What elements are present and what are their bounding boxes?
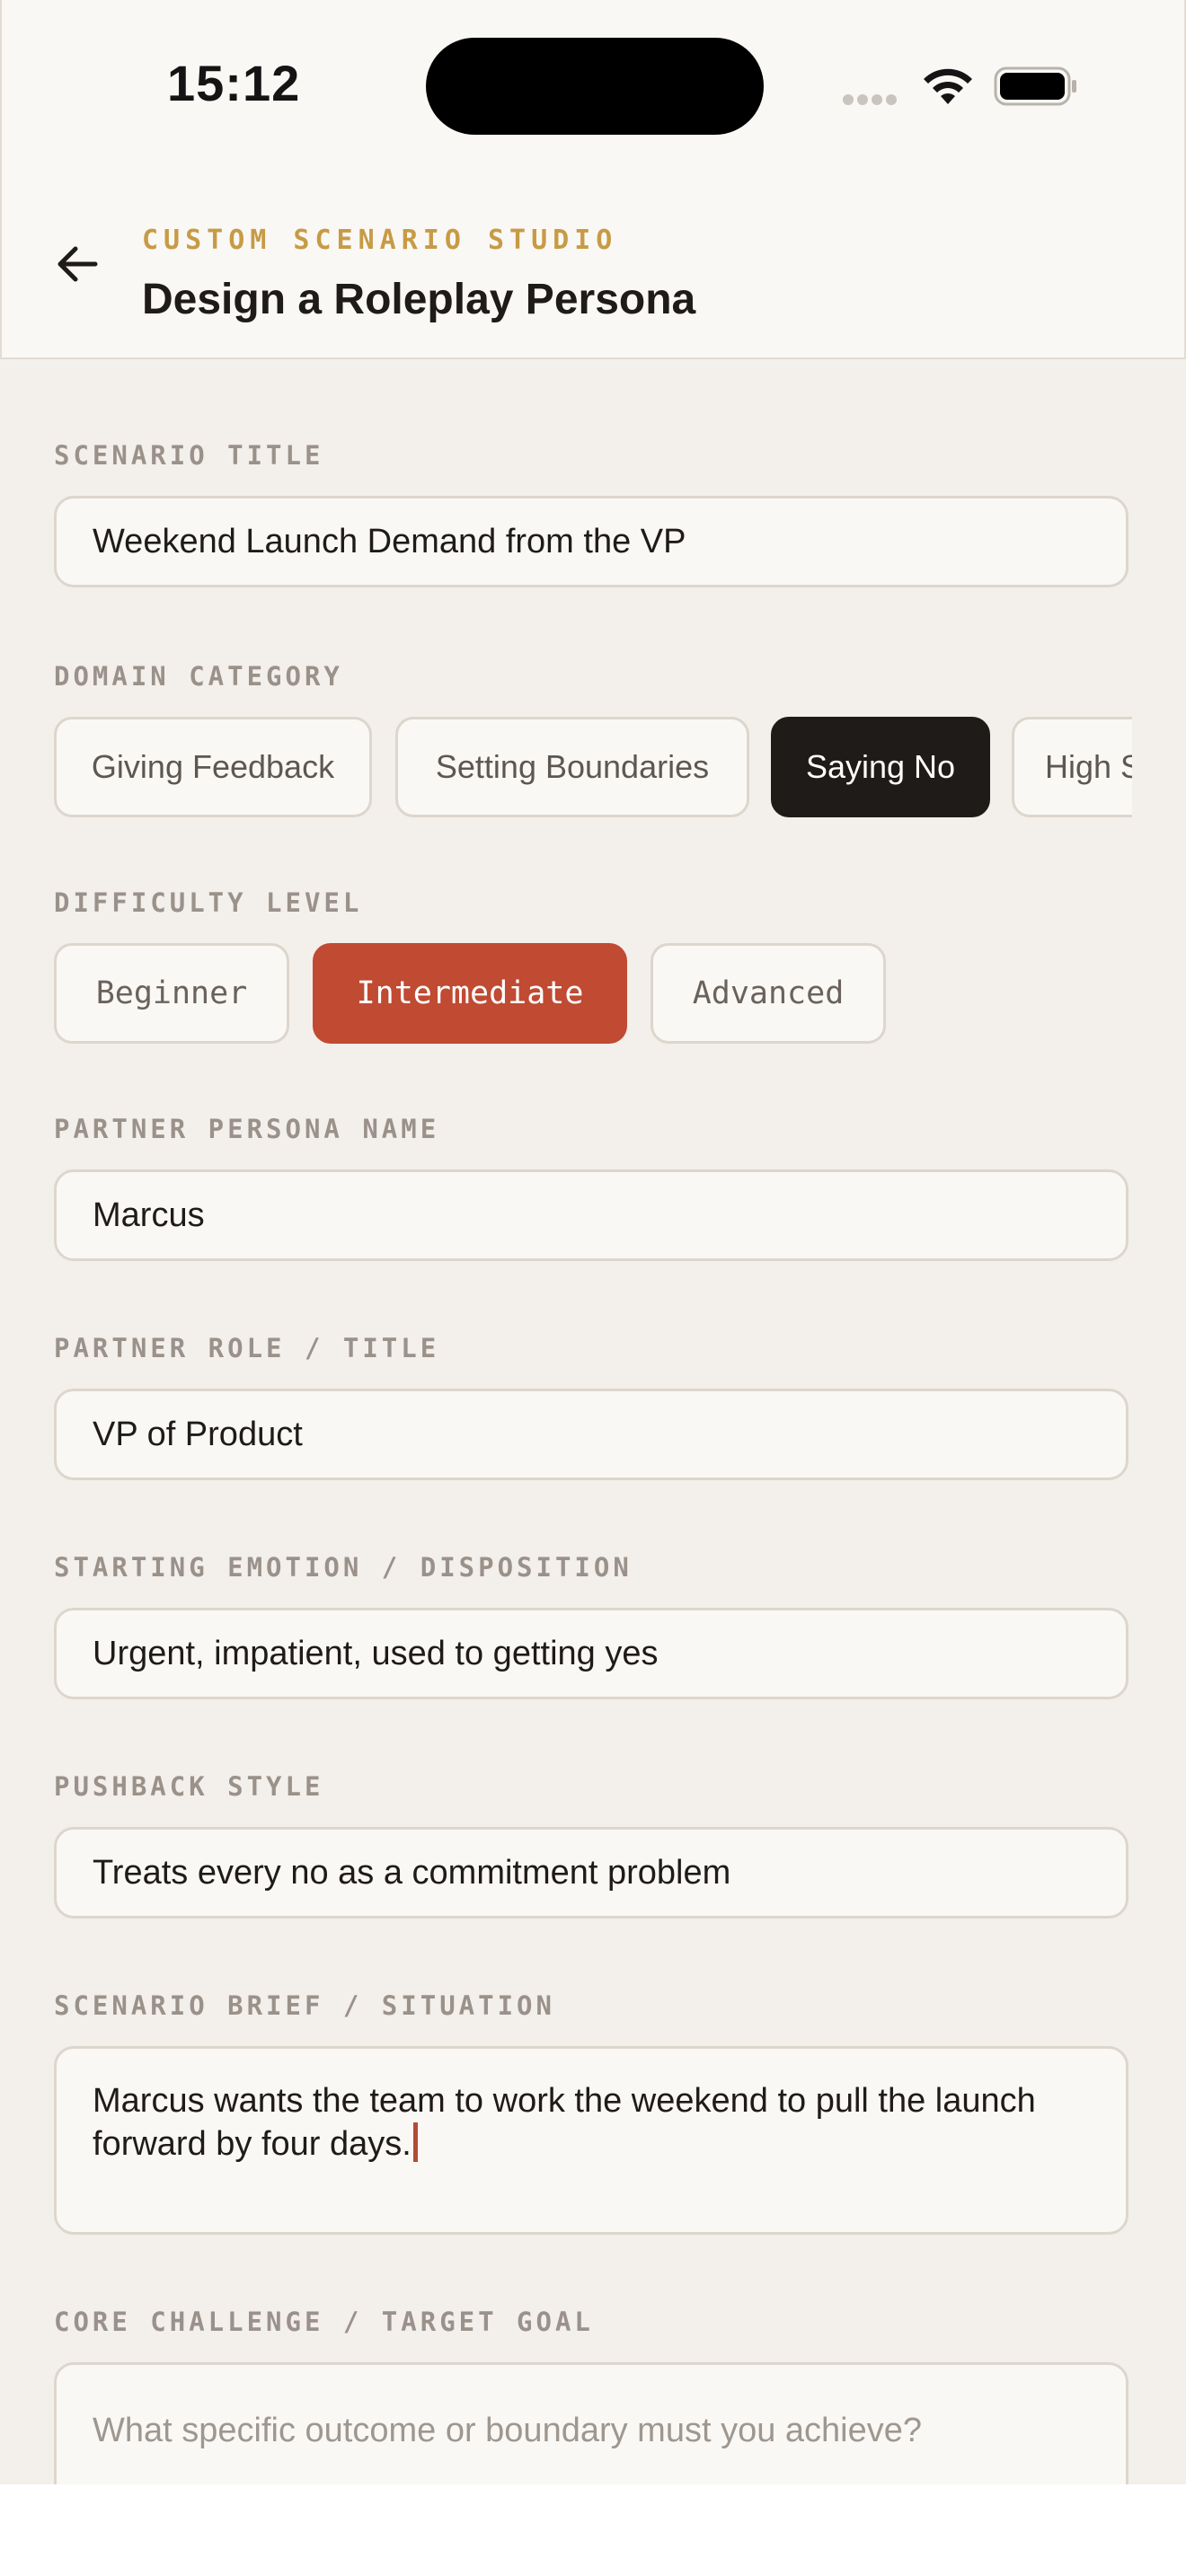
starting-emotion-label: STARTING EMOTION / DISPOSITION	[54, 1552, 633, 1583]
difficulty-chips[interactable]: Beginner Intermediate Advanced	[54, 943, 1132, 1051]
scenario-title-input[interactable]: Weekend Launch Demand from the VP	[54, 496, 1128, 587]
partner-role-value: VP of Product	[93, 1415, 303, 1453]
difficulty-advanced[interactable]: Advanced	[651, 943, 886, 1044]
core-challenge-placeholder: What specific outcome or boundary must y…	[93, 2412, 923, 2449]
core-challenge-label: CORE CHALLENGE / TARGET GOAL	[54, 2307, 594, 2337]
cellular-signal-icon	[843, 93, 904, 105]
difficulty-beginner[interactable]: Beginner	[54, 943, 289, 1044]
partner-role-input[interactable]: VP of Product	[54, 1389, 1128, 1480]
domain-category-label: DOMAIN CATEGORY	[54, 661, 343, 692]
dynamic-island	[426, 38, 764, 135]
scenario-brief-textarea[interactable]: Marcus wants the team to work the weeken…	[54, 2046, 1128, 2235]
partner-name-input[interactable]: Marcus	[54, 1169, 1128, 1261]
back-arrow-icon	[58, 246, 98, 282]
screen: 15:12 CUSTOM SCENARIO STUDIO Design a Ro…	[0, 0, 1186, 2484]
partner-name-label: PARTNER PERSONA NAME	[54, 1114, 440, 1144]
page-title: Design a Roleplay Persona	[142, 276, 696, 323]
pushback-style-input[interactable]: Treats every no as a commitment problem	[54, 1827, 1128, 1919]
back-button[interactable]	[49, 235, 106, 293]
text-cursor	[412, 2122, 418, 2162]
starting-emotion-value: Urgent, impatient, used to getting yes	[93, 1634, 659, 1672]
starting-emotion-input[interactable]: Urgent, impatient, used to getting yes	[54, 1608, 1128, 1699]
chip-high-stakes[interactable]: High S	[1012, 717, 1132, 817]
difficulty-intermediate[interactable]: Intermediate	[313, 943, 627, 1044]
scenario-title-value: Weekend Launch Demand from the VP	[93, 522, 686, 560]
core-challenge-input[interactable]: What specific outcome or boundary must y…	[54, 2362, 1128, 2484]
scenario-brief-label: SCENARIO BRIEF / SITUATION	[54, 1990, 555, 2021]
chip-giving-feedback[interactable]: Giving Feedback	[54, 717, 372, 817]
scenario-title-label: SCENARIO TITLE	[54, 440, 324, 471]
chip-setting-boundaries[interactable]: Setting Boundaries	[395, 717, 749, 817]
pushback-style-label: PUSHBACK STYLE	[54, 1771, 324, 1802]
scenario-brief-value: Marcus wants the team to work the weeken…	[93, 2082, 1036, 2163]
difficulty-level-label: DIFFICULTY LEVEL	[54, 887, 363, 918]
status-time: 15:12	[167, 55, 301, 111]
battery-icon	[994, 66, 1076, 106]
wifi-icon	[924, 68, 972, 104]
partner-role-label: PARTNER ROLE / TITLE	[54, 1333, 440, 1363]
header-kicker: CUSTOM SCENARIO STUDIO	[142, 225, 618, 256]
chip-saying-no[interactable]: Saying No	[771, 717, 990, 817]
domain-category-chips[interactable]: Giving Feedback Setting Boundaries Sayin…	[54, 717, 1132, 825]
pushback-style-value: Treats every no as a commitment problem	[93, 1853, 731, 1892]
header-bar: 15:12 CUSTOM SCENARIO STUDIO Design a Ro…	[0, 0, 1186, 359]
partner-name-value: Marcus	[93, 1195, 205, 1234]
